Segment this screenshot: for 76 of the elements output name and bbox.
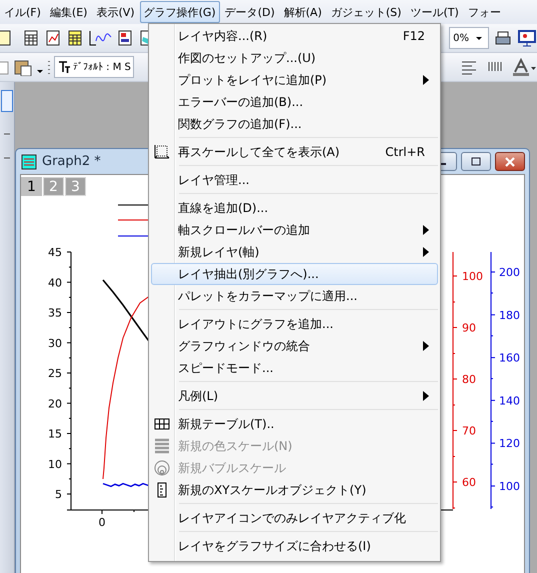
menu-item[interactable]: 作図のセットアップ...(U) [151,47,438,69]
menu-bar-item[interactable]: 表示(V) [92,1,139,23]
font-icon[interactable] [58,60,70,74]
menu-item[interactable]: 新規レイヤ(軸) [151,241,438,263]
menu-bar-item[interactable]: ツール(T) [406,1,463,23]
menu-item[interactable]: エラーバーの追加(B)... [151,91,438,113]
report-icon[interactable] [116,29,134,47]
menu-item[interactable]: レイアウトにグラフを追加... [151,313,438,335]
menu-bar-item[interactable]: 編集(E) [46,1,92,23]
axis-tick-label: 200 [499,266,520,279]
function-plot-icon[interactable] [88,29,112,47]
menu-bar-item[interactable]: ガジェット(S) [326,1,406,23]
graph-document-icon[interactable] [44,29,62,47]
axis-tick-label: 90 [462,322,476,334]
menu-item[interactable]: スピードモード... [151,357,438,379]
axis-tick-label: 100 [499,480,520,493]
spreadsheet-icon[interactable] [22,29,40,47]
close-icon[interactable] [504,156,516,166]
menu-bar-item[interactable]: イル(F) [0,1,45,23]
menu-item[interactable]: レイヤアイコンでのみレイヤアクティブ化 [151,507,438,529]
axis-tick-label: 140 [499,394,520,408]
menu-item[interactable]: レイヤをグラフサイズに合わせる(I) [151,535,438,557]
menu-item[interactable]: 新規テーブル(T).. [151,413,438,435]
axis-tick-label: 15 [48,428,62,440]
zoom-combo[interactable]: 0% [449,27,489,49]
menu-bar-item[interactable]: 解析(A) [280,1,326,23]
menu-item[interactable]: グラフウィンドウの統合 [151,335,438,357]
layer-tab[interactable]: 1 [21,177,42,196]
menu-item[interactable]: 新規のXYスケールオブジェクト(Y) [151,479,438,501]
color-scale-icon [154,438,170,454]
menu-item[interactable]: プロットをレイヤに追加(P) [151,69,438,91]
window-title: Graph2 * [42,154,101,169]
menu-item[interactable]: レイヤ内容...(R) F12 [151,25,438,47]
font-combo[interactable]: ﾃﾞﾌｫﾙﾄ : M S [54,56,134,78]
axis-tick-label: 100 [462,270,483,283]
axis-tick-label: 0 [98,516,106,529]
axis-tick-label: 70 [462,424,476,438]
close-button[interactable] [495,152,525,171]
axis-tick-label: 10 [48,458,62,471]
menu-item[interactable]: レイヤ管理... [151,169,438,191]
paste-icon[interactable] [12,58,34,76]
presentation-icon[interactable] [517,29,537,47]
menu-item[interactable]: 軸スクロールバーの追加 [151,219,438,241]
table-icon [154,416,170,432]
graph-window-icon[interactable] [20,152,38,170]
menu-item[interactable]: 関数グラフの追加(F)... [151,113,438,135]
pointer-tool-icon[interactable] [1,90,13,112]
rescale-icon [154,144,170,160]
restore-icon[interactable] [471,157,481,166]
axis-tick-label: 180 [499,308,520,322]
menu-bar-item[interactable]: データ(D) [220,1,279,23]
axis-tick-label: 20 [48,397,62,410]
menu-item[interactable]: 凡例(L) [151,385,438,407]
legend-line [118,204,148,206]
toolbar-grip-icon[interactable] [46,58,52,76]
menu-bar-item[interactable]: グラフ操作(G) [140,1,220,23]
axis-tick-label: 30 [48,336,62,350]
menu-bar-item[interactable]: フォー [464,1,505,23]
axis-tick-label: 25 [48,367,62,380]
menu-item[interactable]: 直線を追加(D)... [151,197,438,219]
bubble-scale-icon [154,460,170,476]
matrix-icon[interactable] [66,29,84,47]
menu-item[interactable]: パレットをカラーマップに適用... [151,285,438,307]
maximize-button[interactable] [461,152,491,171]
menu-item[interactable]: 再スケールして全てを表示(A) Ctrl+R [151,141,438,163]
axis-tick-label: 40 [48,276,62,290]
axis-tick-label: 5 [55,488,62,501]
axis-tick-label: 80 [462,373,476,386]
axis-tick-label: 160 [499,352,520,365]
printer-icon[interactable] [493,29,513,47]
axis-tick-label: 60 [462,476,476,489]
axis-tick-label: 120 [499,437,520,450]
axis-tick-label: 35 [48,306,62,320]
axis-tick-label: 45 [48,246,62,259]
menu-item[interactable]: レイヤ抽出(別グラフへ)... [151,263,438,285]
font-color-icon[interactable] [511,58,537,76]
